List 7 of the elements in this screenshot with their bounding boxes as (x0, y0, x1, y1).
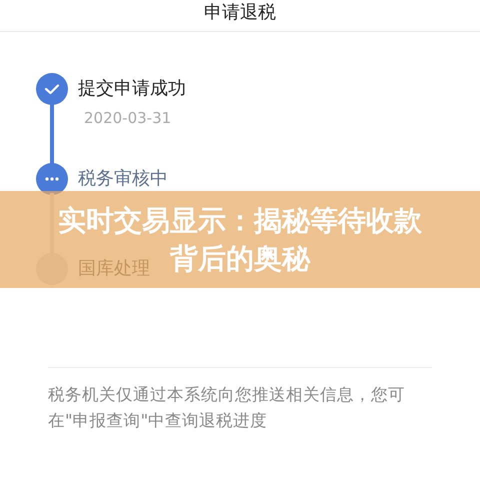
notice-text: 税务机关仅通过本系统向您推送相关信息，您可在"申报查询"中查询退税进度 (48, 384, 406, 432)
banner-title: 实时交易显示：揭秘等待收款 (58, 202, 422, 238)
step-date: 2020-03-31 (83, 109, 172, 127)
page-title: 申请退税 (204, 2, 276, 24)
banner-title: 背后的奥秘 (170, 240, 310, 276)
step-label: 提交申请成功 (78, 77, 186, 101)
step-label: 税务审核中 (78, 167, 168, 191)
